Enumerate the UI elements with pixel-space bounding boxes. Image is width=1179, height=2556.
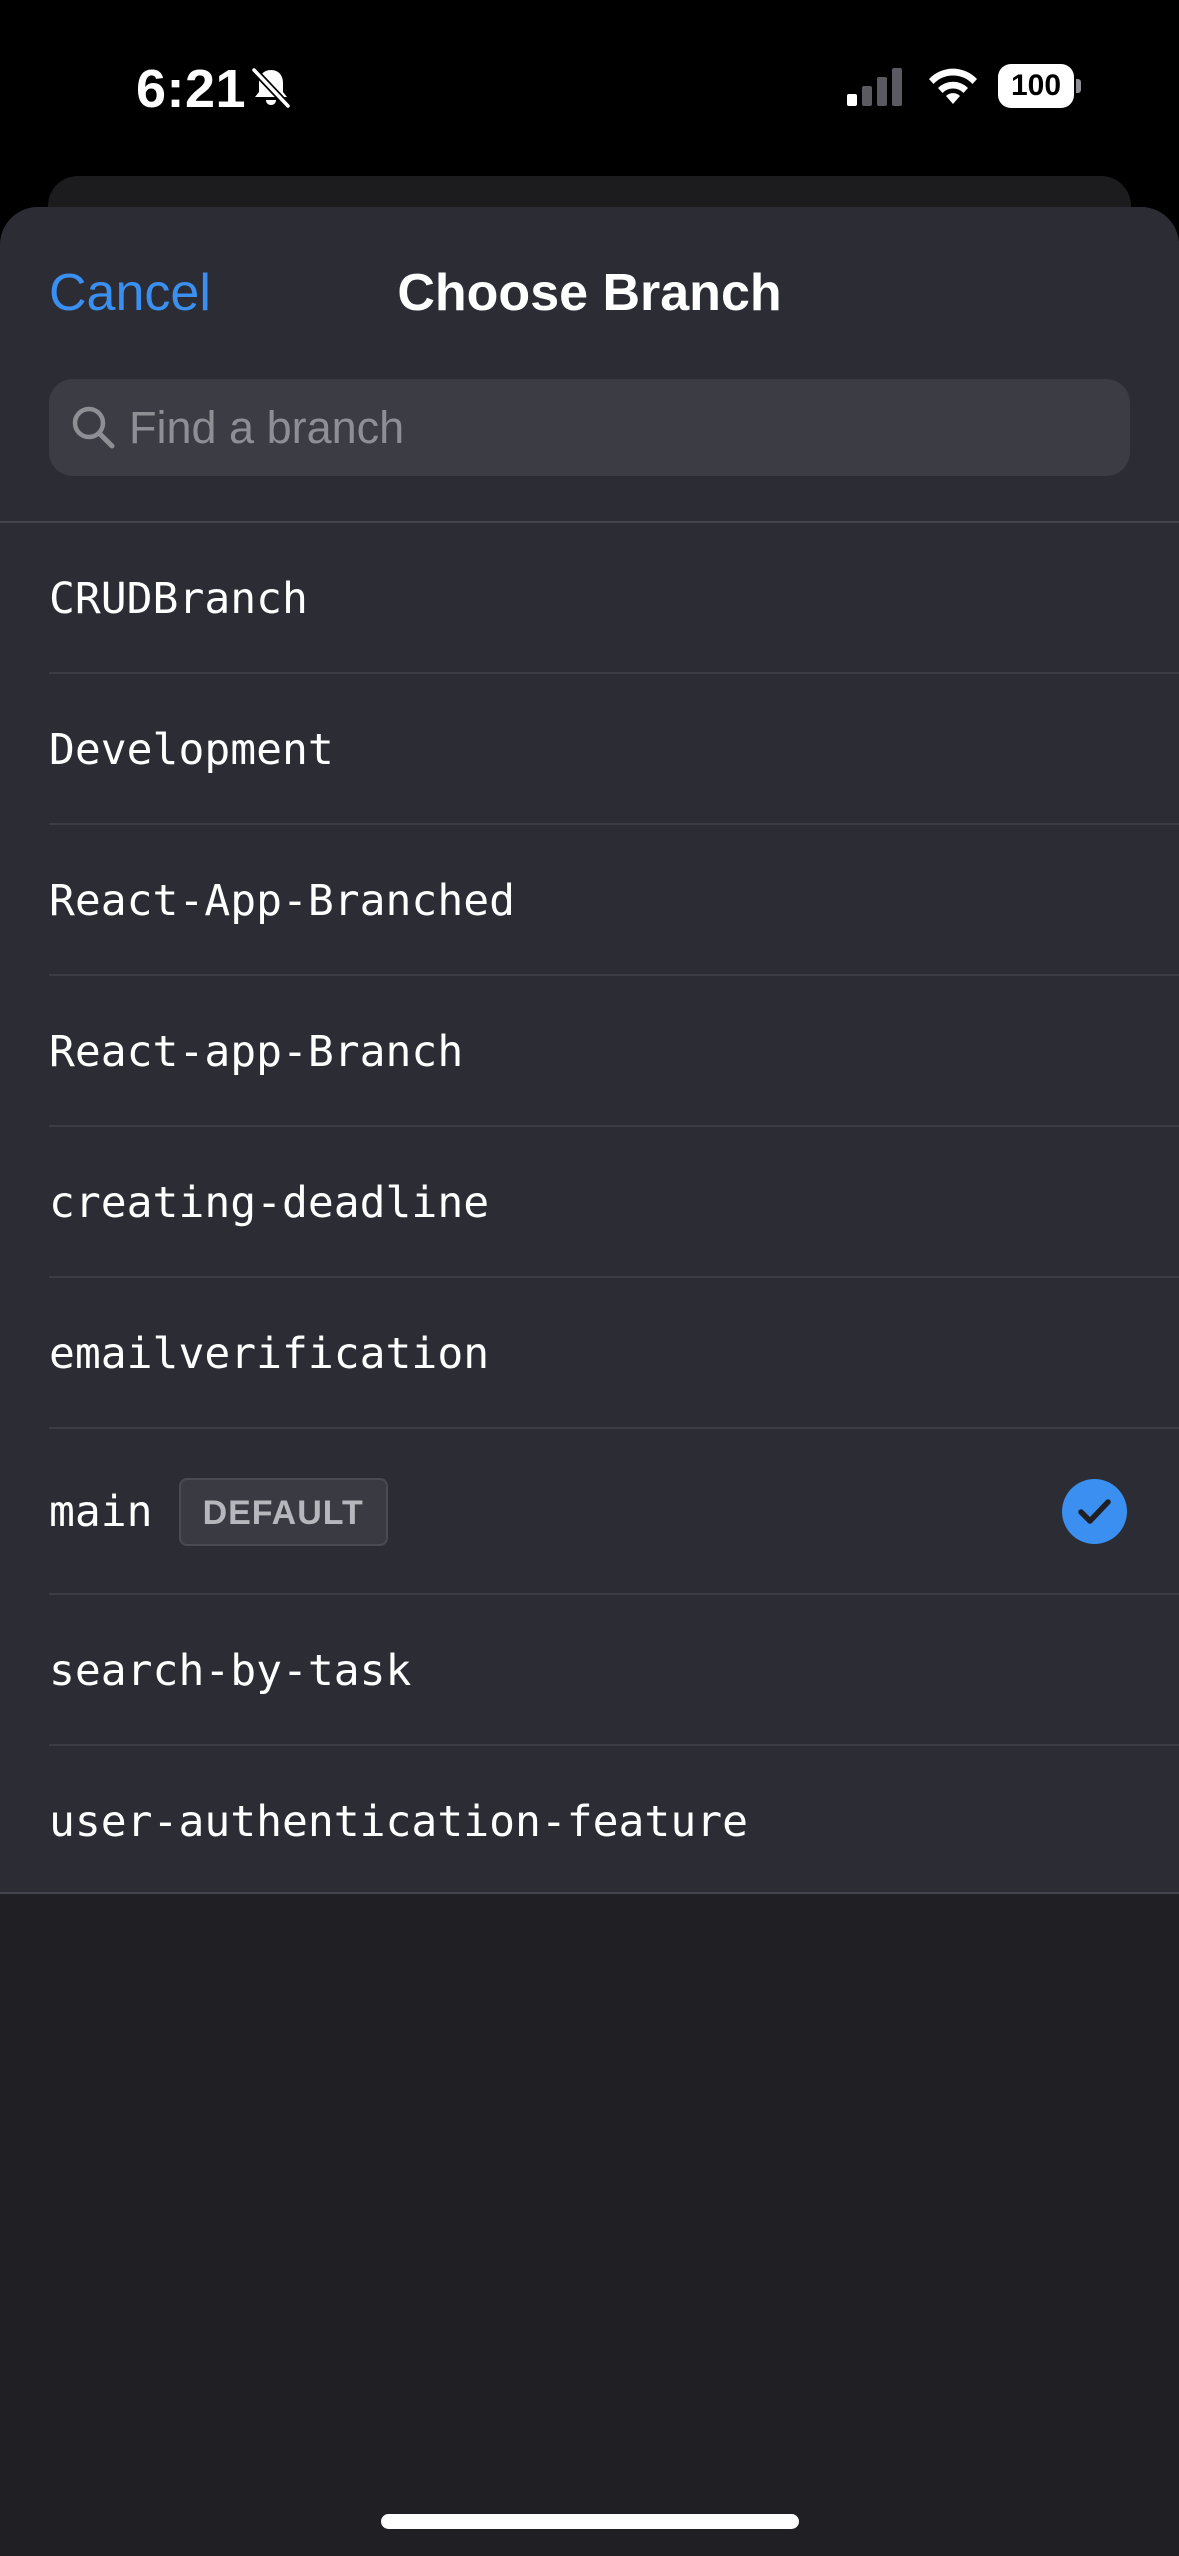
branch-row[interactable]: React-App-Branched <box>0 825 1179 976</box>
branch-row[interactable]: creating-deadline <box>0 1127 1179 1278</box>
choose-branch-sheet: Cancel Choose Branch CRUDBranch Developm… <box>0 207 1179 2556</box>
sheet-header: Cancel Choose Branch <box>0 207 1179 521</box>
branch-label-group: main DEFAULT <box>49 1429 388 1595</box>
branch-name: React-app-Branch <box>49 1026 464 1077</box>
default-badge: DEFAULT <box>178 1478 388 1546</box>
branch-row[interactable]: user-authentication-feature <box>0 1746 1179 1897</box>
branch-name: search-by-task <box>49 1645 412 1696</box>
search-icon <box>72 406 115 449</box>
branch-name: Development <box>49 724 334 775</box>
battery-level: 100 <box>1010 69 1062 102</box>
bell-slash-icon <box>250 66 292 110</box>
branch-name: CRUDBranch <box>49 573 308 624</box>
checkmark-icon <box>1062 1479 1127 1544</box>
sheet-title: Choose Branch <box>397 264 782 322</box>
branch-name: emailverification <box>49 1328 490 1379</box>
status-bar: 6:21 100 <box>0 0 1179 175</box>
battery-icon: 100 <box>998 64 1081 108</box>
branch-name: main <box>49 1487 153 1537</box>
home-indicator[interactable] <box>381 2514 799 2529</box>
branch-row[interactable]: emailverification <box>0 1278 1179 1429</box>
branch-row[interactable]: Development <box>0 674 1179 825</box>
branch-name: creating-deadline <box>49 1177 490 1228</box>
screen: 6:21 100 Cancel Choose Branch Find a bra… <box>0 0 1179 2556</box>
search-bar[interactable] <box>49 379 1130 476</box>
branch-name: user-authentication-feature <box>49 1796 748 1847</box>
branch-row[interactable]: CRUDBranch <box>0 523 1179 674</box>
search-input[interactable] <box>129 379 1109 476</box>
branch-list: CRUDBranch Development React-App-Branche… <box>0 521 1179 1894</box>
branch-row[interactable]: React-app-Branch <box>0 976 1179 1127</box>
wifi-icon <box>929 68 977 104</box>
branch-row-selected[interactable]: main DEFAULT <box>0 1429 1179 1595</box>
status-time: 6:21 <box>136 59 247 119</box>
branch-name: React-App-Branched <box>49 875 515 926</box>
branch-row[interactable]: search-by-task <box>0 1595 1179 1746</box>
cellular-signal-icon <box>847 68 902 106</box>
